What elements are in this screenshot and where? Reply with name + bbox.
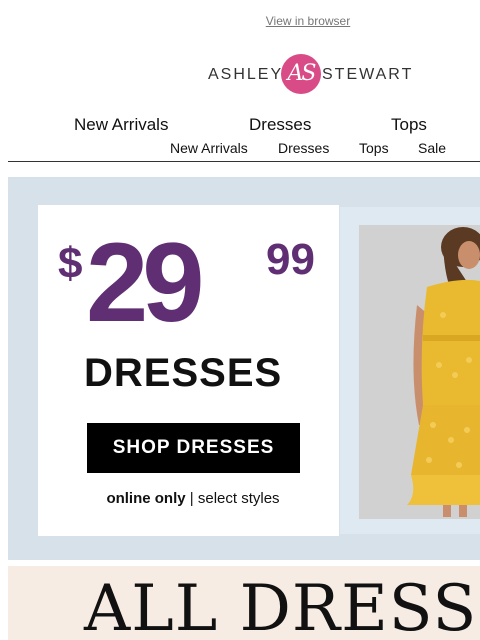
view-in-browser-link[interactable]: View in browser [0, 14, 480, 28]
product-photo-frame [340, 207, 480, 534]
promo-category: DRESSES [84, 351, 283, 395]
price-cents: 99 [266, 235, 315, 284]
model-in-yellow-dress-image [359, 225, 480, 519]
brand-name-right: STEWART [322, 66, 414, 83]
subnav-dresses[interactable]: Dresses [278, 140, 329, 156]
all-dressed-up-banner[interactable]: ALL DRESSED U [8, 566, 480, 640]
promo-note: online only | select styles [38, 490, 348, 507]
promo-note-rest: | select styles [189, 490, 280, 507]
nav-tops[interactable]: Tops [391, 115, 427, 135]
banner-headline: ALL DRESSED U [84, 572, 480, 640]
secondary-nav: New Arrivals Dresses Tops Sale [0, 140, 480, 156]
shop-dresses-button[interactable]: SHOP DRESSES [87, 423, 300, 473]
subnav-sale[interactable]: Sale [418, 140, 446, 156]
subnav-tops[interactable]: Tops [359, 140, 389, 156]
nav-new-arrivals[interactable]: New Arrivals [74, 115, 168, 135]
hero-promo[interactable]: $ 29 99 DRESSES SHOP DRESSES online only… [8, 177, 480, 560]
price-currency: $ [58, 239, 83, 288]
nav-dresses[interactable]: Dresses [249, 115, 311, 135]
brand-monogram-icon: AS [281, 54, 321, 94]
promo-note-bold: online only [106, 490, 186, 507]
model-photo[interactable] [359, 225, 480, 519]
nav-divider [8, 161, 480, 162]
price-whole: 29 [86, 220, 205, 345]
brand-monogram: AS [287, 61, 317, 86]
brand-name-left: ASHLEY [208, 66, 284, 83]
primary-nav: New Arrivals Dresses Tops [0, 115, 480, 135]
promo-card: $ 29 99 DRESSES SHOP DRESSES online only… [38, 205, 339, 536]
brand-logo[interactable]: ASHLEY AS STEWART [208, 52, 418, 96]
subnav-new-arrivals[interactable]: New Arrivals [170, 140, 248, 156]
